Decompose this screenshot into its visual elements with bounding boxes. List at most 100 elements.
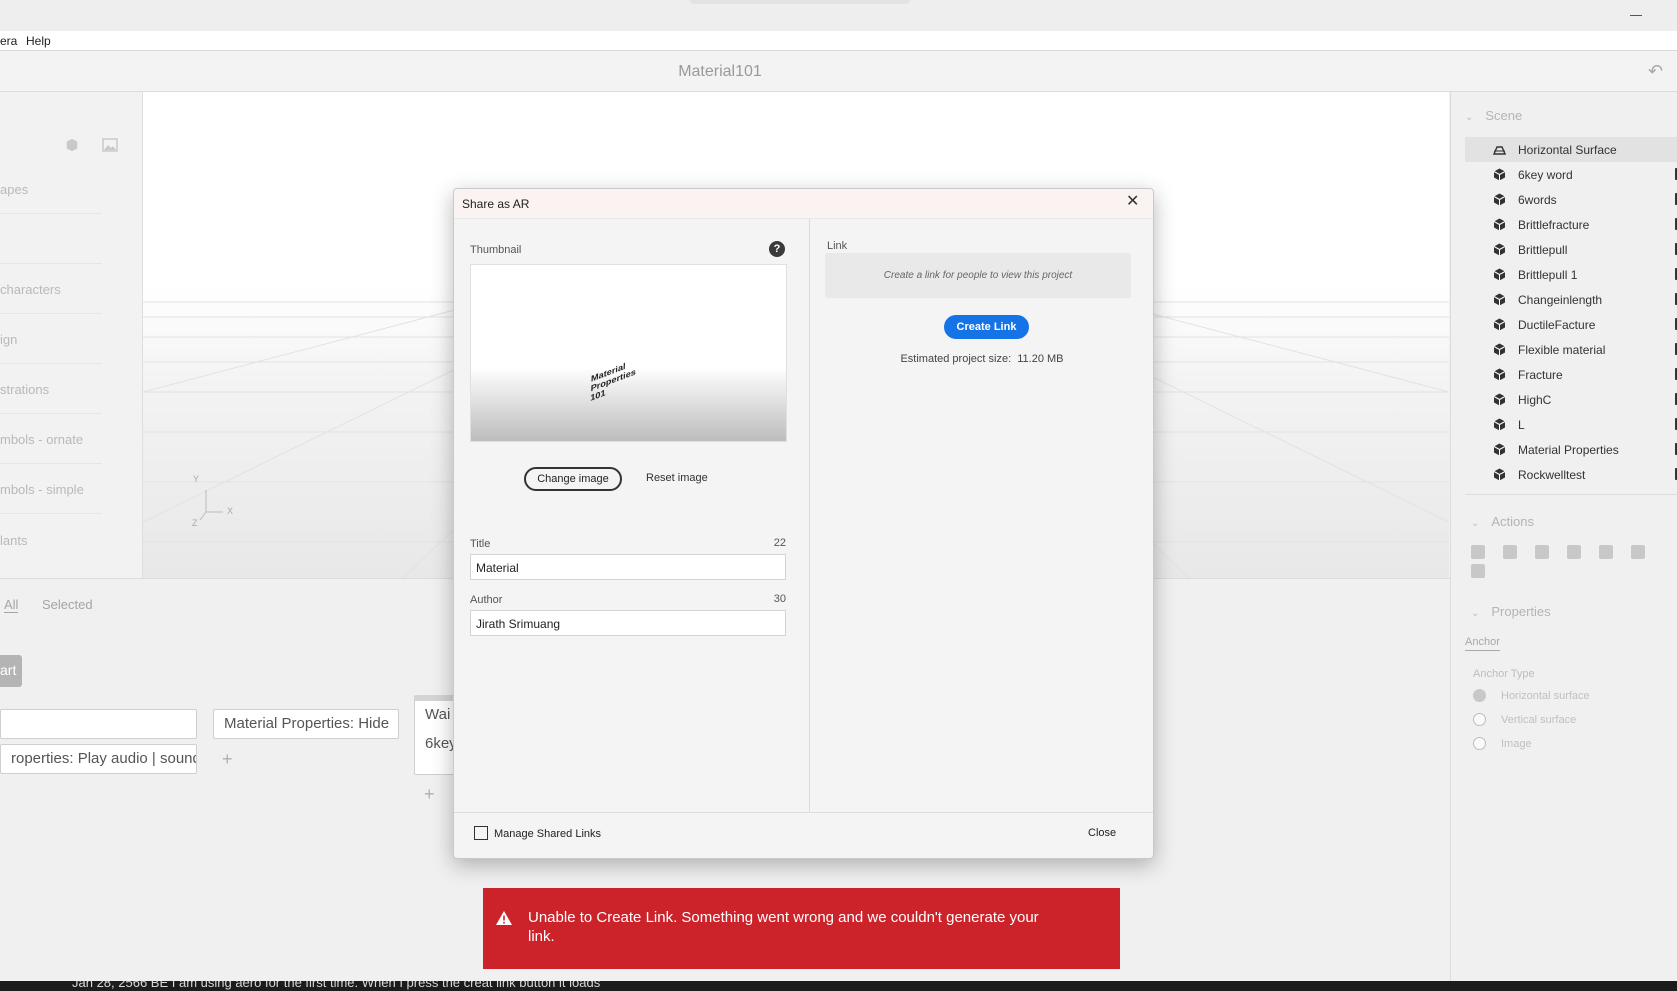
thumbnail-preview: Material Properties 101 — [470, 264, 787, 442]
bottom-strip-text: Jan 28, 2566 BE I am using aero for the … — [72, 981, 601, 990]
start-button[interactable]: art — [0, 655, 22, 687]
cube-icon — [1493, 193, 1506, 206]
author-label: Author — [470, 594, 503, 606]
help-icon[interactable]: ? — [769, 241, 785, 257]
menu-item-camera[interactable]: era — [0, 34, 17, 48]
tab-selected[interactable]: Selected — [42, 597, 93, 612]
scene-header[interactable]: ⌄ Scene — [1465, 108, 1522, 123]
actions-toolbar — [1471, 545, 1677, 578]
scene-item[interactable]: Fracture — [1465, 362, 1677, 387]
minimize-icon[interactable] — [1630, 15, 1642, 16]
axis-z-label: Z — [192, 518, 198, 528]
asset-category-symbols-simple[interactable]: mbols - simple — [0, 464, 102, 514]
actions-header[interactable]: ⌄ Actions — [1471, 514, 1534, 529]
folder-icon[interactable] — [1535, 545, 1549, 559]
scene-item[interactable]: Horizontal Surface — [1465, 137, 1677, 162]
create-link-button[interactable]: Create Link — [944, 315, 1029, 339]
chevron-down-icon: ⌄ — [1465, 112, 1474, 123]
action-node-hide[interactable]: Material Properties: Hide — [213, 709, 399, 739]
external-link-icon — [474, 826, 488, 840]
close-button[interactable]: Close — [1088, 827, 1116, 839]
trigger-node-empty[interactable] — [0, 709, 197, 739]
thumbnail-3d-text: Material Properties 101 — [590, 361, 637, 403]
document-header: Material101 ↶ — [0, 51, 1677, 92]
error-message: Unable to Create Link. Something went wr… — [528, 909, 1039, 945]
asset-category-blank[interactable] — [0, 214, 102, 264]
title-label: Title — [470, 538, 491, 550]
cube-icon — [1493, 293, 1506, 306]
add-action-icon[interactable]: + — [222, 749, 233, 770]
warning-icon — [496, 911, 512, 925]
asset-category-illustrations[interactable]: strations — [0, 364, 102, 414]
cube-icon — [1493, 443, 1506, 456]
close-icon[interactable]: ✕ — [1126, 194, 1139, 210]
scene-list: Horizontal Surface 6key word 6words Brit… — [1465, 137, 1677, 495]
error-toast: Unable to Create Link. Something went wr… — [483, 888, 1120, 969]
reset-icon[interactable] — [1631, 545, 1645, 559]
bottom-strip: Jan 28, 2566 BE I am using aero for the … — [0, 981, 1677, 991]
asset-category-symbols-ornate[interactable]: mbols - ornate — [0, 414, 102, 464]
manage-shared-links-button[interactable]: Manage Shared Links — [474, 826, 601, 840]
link-placeholder-box: Create a link for people to view this pr… — [825, 253, 1131, 298]
scene-item[interactable]: Brittlepull 1 — [1465, 262, 1677, 287]
cube-icon — [1493, 418, 1506, 431]
dialog-left-column: Thumbnail ? Material Properties 101 Chan… — [454, 219, 810, 812]
expand-icon[interactable] — [1471, 564, 1485, 578]
cube-icon — [1493, 393, 1506, 406]
title-input[interactable]: Material — [470, 554, 786, 580]
thumbnail-label: Thumbnail — [470, 244, 522, 256]
link-label: Link — [827, 240, 848, 252]
scene-item[interactable]: Rockwelltest — [1465, 462, 1677, 487]
cube-icon — [1493, 168, 1506, 181]
trash-icon[interactable] — [1471, 545, 1485, 559]
dialog-header: Share as AR ✕ — [454, 189, 1153, 219]
scene-item[interactable]: Flexible material — [1465, 337, 1677, 362]
menu-item-help[interactable]: Help — [26, 34, 51, 48]
image-icon[interactable] — [102, 138, 118, 152]
scene-item[interactable]: L — [1465, 412, 1677, 437]
horizontal-surface-icon — [1493, 146, 1506, 155]
scene-item[interactable]: 6key word — [1465, 162, 1677, 187]
window-grabber[interactable] — [690, 0, 910, 4]
cube-icon — [1493, 318, 1506, 331]
scene-item[interactable]: Material Properties — [1465, 437, 1677, 462]
scene-item[interactable]: Brittlefracture — [1465, 212, 1677, 237]
action-node-play-audio[interactable]: roperties: Play audio | sound — [0, 744, 197, 774]
asset-category-shapes[interactable]: apes — [0, 164, 102, 214]
cube-icon — [1493, 343, 1506, 356]
asset-category-design[interactable]: ign — [0, 314, 102, 364]
properties-header[interactable]: ⌄ Properties — [1471, 604, 1551, 619]
tab-all[interactable]: All — [4, 597, 19, 613]
scene-item[interactable]: Changeinlength — [1465, 287, 1677, 312]
add-action-icon[interactable]: + — [424, 784, 435, 805]
duplicate-icon[interactable] — [1503, 545, 1517, 559]
right-panel: ⌄ Scene Horizontal Surface 6key word 6wor… — [1450, 92, 1677, 991]
axis-y-label: Y — [193, 474, 200, 484]
undo-icon[interactable]: ↶ — [1648, 61, 1663, 82]
title-char-count: 22 — [773, 537, 786, 549]
scene-item[interactable]: DuctileFacture — [1465, 312, 1677, 337]
cube-icon — [1493, 218, 1506, 231]
estimated-size-value: 11.20 MB — [1017, 353, 1064, 365]
tab-anchor[interactable]: Anchor — [1465, 636, 1500, 651]
estimated-project-size: Estimated project size: 11.20 MB — [900, 353, 1064, 365]
cube-icon — [1493, 468, 1506, 481]
share-as-ar-dialog: Share as AR ✕ Thumbnail ? Material Prope… — [453, 188, 1154, 859]
document-title: Material101 — [678, 63, 762, 80]
cube-icon — [1493, 268, 1506, 281]
cube-icon[interactable] — [64, 138, 80, 152]
change-image-button[interactable]: Change image — [524, 467, 622, 491]
chevron-down-icon: ⌄ — [1471, 608, 1480, 619]
anchor-type-label: Anchor Type — [1473, 668, 1535, 680]
author-input[interactable]: Jirath Srimuang — [470, 610, 786, 636]
reset-image-button[interactable]: Reset image — [646, 472, 708, 484]
download-icon[interactable] — [1567, 545, 1581, 559]
scene-item[interactable]: 6words — [1465, 187, 1677, 212]
menubar: era Help — [0, 31, 1677, 51]
fit-icon[interactable] — [1599, 545, 1613, 559]
cube-icon — [1493, 243, 1506, 256]
scene-item[interactable]: Brittlepull — [1465, 237, 1677, 262]
asset-category-plants[interactable]: lants — [0, 514, 102, 564]
asset-category-characters[interactable]: characters — [0, 264, 102, 314]
scene-item[interactable]: HighC — [1465, 387, 1677, 412]
